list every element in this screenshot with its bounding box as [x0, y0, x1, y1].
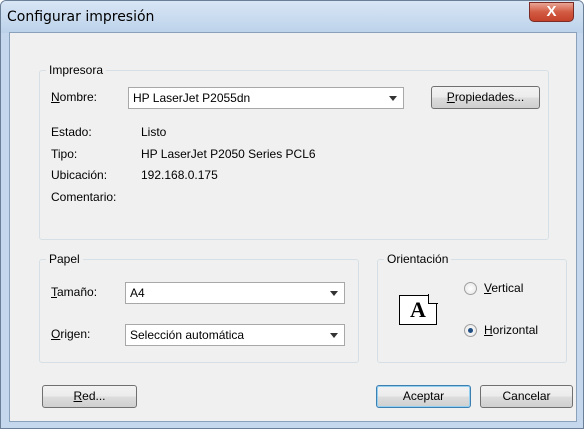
comment-label: Comentario:: [51, 190, 117, 204]
printer-name-select[interactable]: HP LaserJet P2055dn: [128, 87, 404, 109]
network-button[interactable]: Red...: [42, 385, 137, 408]
status-label: Estado:: [51, 125, 92, 139]
vertical-radio[interactable]: [464, 282, 477, 295]
type-value: HP LaserJet P2050 Series PCL6: [141, 147, 316, 161]
printer-group: Impresora Nombre: HP LaserJet P2055dn Pr…: [39, 63, 549, 240]
chevron-down-icon: [330, 291, 338, 296]
ok-button[interactable]: Aceptar: [376, 385, 471, 408]
vertical-radio-label[interactable]: Vertical: [484, 281, 523, 295]
paper-size-value: A4: [130, 286, 145, 300]
printer-name-value: HP LaserJet P2055dn: [133, 91, 251, 105]
properties-button[interactable]: Propiedades...: [431, 86, 540, 109]
print-setup-dialog: Configurar impresión X Impresora Nombre:…: [0, 0, 584, 429]
paper-group-label: Papel: [46, 252, 83, 266]
chevron-down-icon: [330, 333, 338, 338]
window-title: Configurar impresión: [7, 9, 155, 25]
printer-name-label: Nombre:: [51, 90, 98, 104]
type-label: Tipo:: [51, 147, 78, 161]
printer-group-label: Impresora: [46, 63, 107, 77]
location-label: Ubicación:: [51, 168, 108, 182]
paper-size-select[interactable]: A4: [125, 282, 345, 304]
paper-source-label: Origen:: [51, 327, 91, 341]
paper-group: Papel Tamaño: A4 Origen: Selección autom…: [39, 252, 359, 363]
orientation-group-label: Orientación: [384, 252, 452, 266]
horizontal-radio[interactable]: [464, 324, 477, 337]
paper-source-select[interactable]: Selección automática: [125, 324, 345, 346]
paper-source-value: Selección automática: [130, 328, 245, 342]
dialog-body: Impresora Nombre: HP LaserJet P2055dn Pr…: [9, 32, 577, 422]
location-value: 192.168.0.175: [141, 168, 218, 182]
landscape-page-icon: A: [399, 294, 438, 325]
cancel-button[interactable]: Cancelar: [480, 385, 573, 408]
title-bar[interactable]: Configurar impresión X: [1, 1, 583, 33]
orientation-group: Orientación A Vertical Horizontal: [377, 252, 567, 363]
horizontal-radio-label[interactable]: Horizontal: [484, 323, 538, 337]
chevron-down-icon: [389, 96, 397, 101]
paper-size-label: Tamaño:: [51, 285, 98, 299]
close-button[interactable]: X: [529, 2, 574, 22]
status-value: Listo: [141, 125, 167, 139]
